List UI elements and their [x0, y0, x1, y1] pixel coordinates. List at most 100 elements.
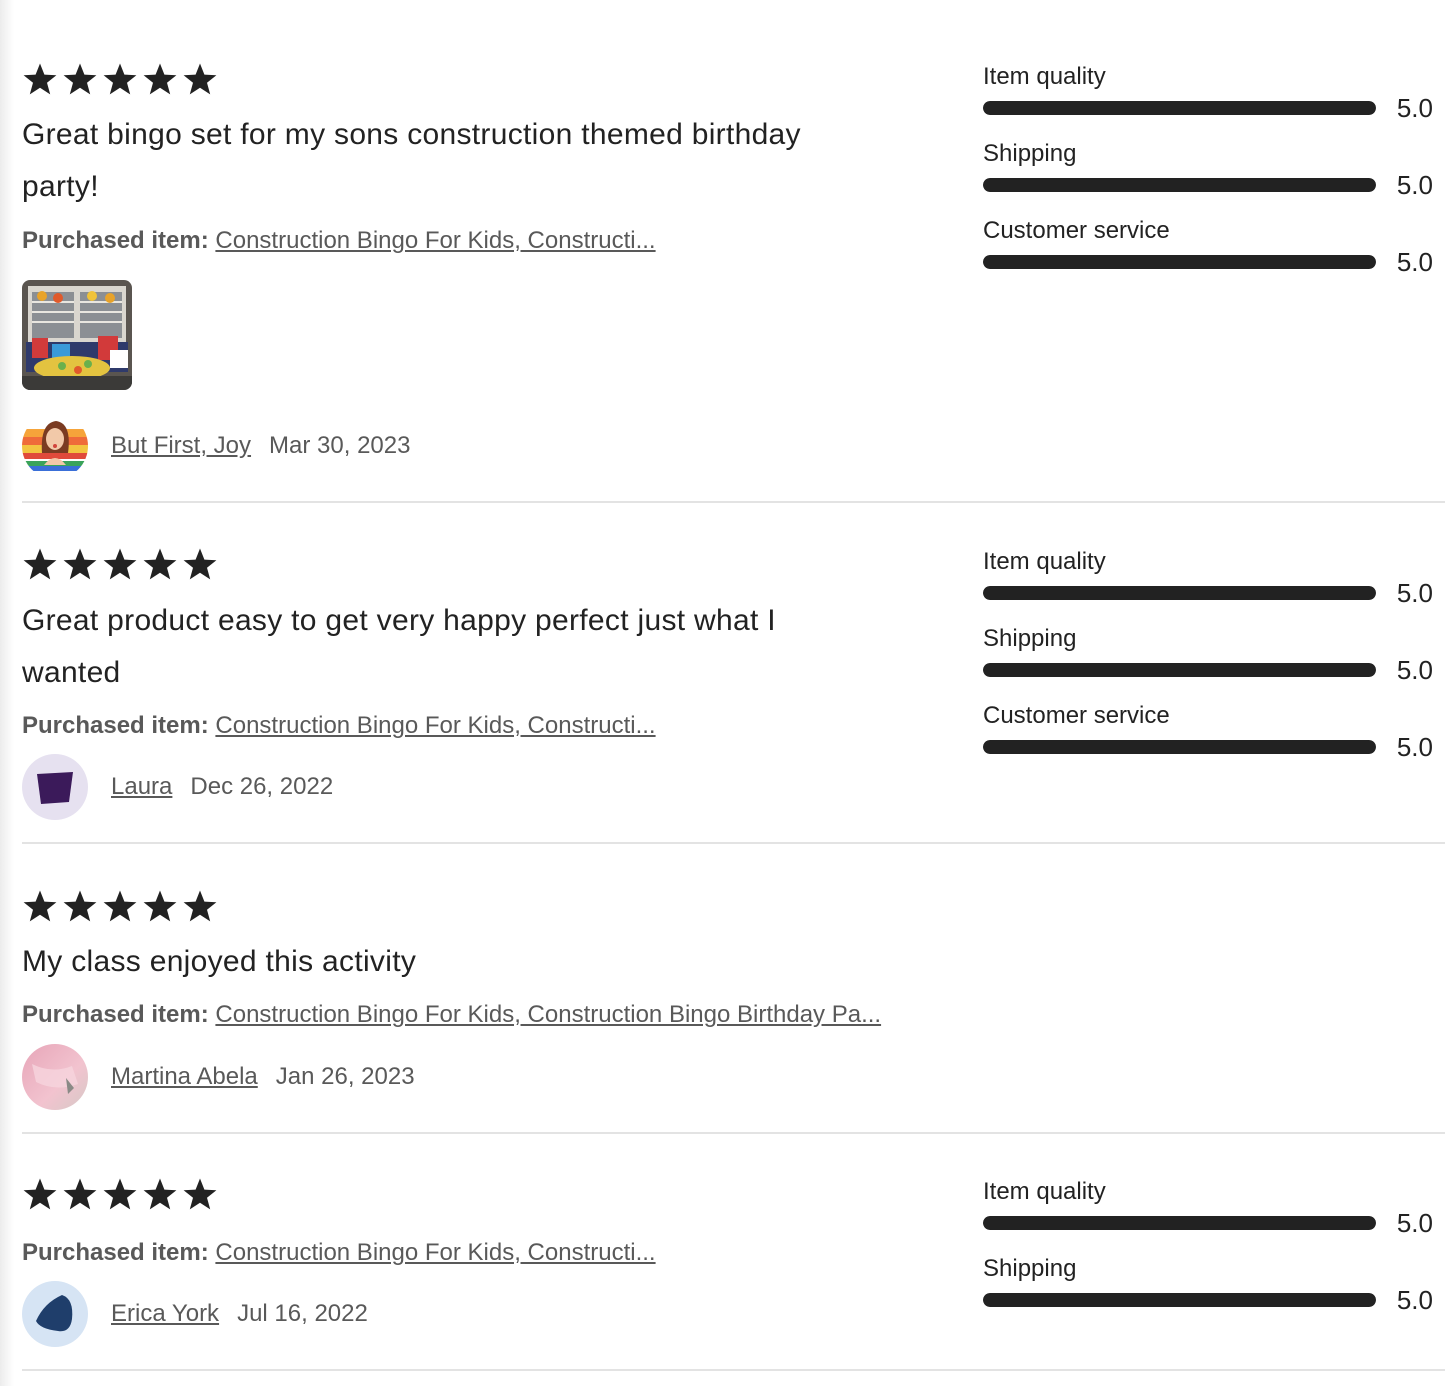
rating-bar-fill [983, 663, 1376, 677]
rating-bar [983, 1293, 1376, 1307]
rating-row: Item quality 5.0 [983, 547, 1445, 624]
rating-row: Shipping 5.0 [983, 139, 1445, 216]
star-icon [103, 1178, 137, 1210]
reviewer-name-link[interactable]: Laura [111, 773, 172, 801]
rating-label: Customer service [983, 217, 1170, 244]
reviewer-info: Erica York Jul 16, 2022 [22, 1280, 368, 1348]
rating-value: 5.0 [1396, 1285, 1433, 1315]
rating-breakdown: Item quality 5.0 Shipping 5.0 [983, 1177, 1445, 1331]
star-icon [63, 548, 97, 580]
rating-label: Shipping [983, 140, 1077, 167]
star-rating [22, 1177, 218, 1213]
star-rating [22, 889, 218, 925]
purchased-item: Purchased item: Construction Bingo For K… [22, 1238, 656, 1268]
rating-row: Shipping 5.0 [983, 624, 1445, 701]
rating-bar-fill [983, 101, 1376, 115]
review-text: My class enjoyed this activity [22, 945, 417, 978]
review-date: Dec 26, 2022 [190, 773, 334, 800]
star-icon [63, 890, 97, 922]
avatar[interactable] [22, 1281, 88, 1347]
rating-label: Shipping [983, 1255, 1077, 1282]
star-icon [143, 1178, 177, 1210]
rating-row: Customer service 5.0 [983, 216, 1445, 293]
rating-row: Shipping 5.0 [983, 1254, 1445, 1331]
avatar[interactable] [22, 413, 88, 479]
rating-value: 5.0 [1396, 732, 1433, 762]
rating-value: 5.0 [1396, 93, 1433, 123]
review-photo[interactable] [22, 280, 132, 390]
purchased-item-label: Purchased item: [22, 1239, 209, 1266]
rating-row: Customer service 5.0 [983, 701, 1445, 778]
reviewer-info: Laura Dec 26, 2022 [22, 753, 333, 821]
reviewer-name-link[interactable]: Erica York [111, 1300, 219, 1328]
purchased-item: Purchased item: Construction Bingo For K… [22, 226, 656, 256]
rating-bar-fill [983, 1293, 1376, 1307]
rating-bar [983, 740, 1376, 754]
star-icon [23, 1178, 57, 1210]
rating-bar-fill [983, 740, 1376, 754]
review-date: Jul 16, 2022 [237, 1300, 368, 1327]
review-text: Great bingo set for my sons construction… [22, 118, 801, 203]
avatar[interactable] [22, 1044, 88, 1110]
review-date: Mar 30, 2023 [269, 432, 411, 459]
star-icon [63, 63, 97, 95]
rating-bar-fill [983, 255, 1376, 269]
star-rating [22, 547, 218, 583]
rating-bar [983, 663, 1376, 677]
rating-label: Customer service [983, 702, 1170, 729]
star-icon [183, 63, 217, 95]
rating-bar [983, 586, 1376, 600]
rating-label: Item quality [983, 548, 1106, 575]
rating-value: 5.0 [1396, 655, 1433, 685]
star-icon [103, 548, 137, 580]
rating-value: 5.0 [1396, 1208, 1433, 1238]
star-icon [143, 548, 177, 580]
page-edge-shadow [0, 0, 14, 1386]
purchased-item-label: Purchased item: [22, 712, 209, 739]
purchased-item-link[interactable]: Construction Bingo For Kids, Constructio… [215, 1001, 881, 1028]
star-icon [23, 890, 57, 922]
star-icon [23, 548, 57, 580]
star-icon [143, 890, 177, 922]
rating-row: Item quality 5.0 [983, 1177, 1445, 1254]
purchased-item-link[interactable]: Construction Bingo For Kids, Constructi.… [215, 227, 655, 254]
star-icon [183, 890, 217, 922]
reviewer-info: Martina Abela Jan 26, 2023 [22, 1043, 415, 1111]
rating-value: 5.0 [1396, 578, 1433, 608]
rating-bar-fill [983, 1216, 1376, 1230]
rating-label: Item quality [983, 1178, 1106, 1205]
rating-bar [983, 178, 1376, 192]
review-date: Jan 26, 2023 [275, 1063, 415, 1090]
rating-bar-fill [983, 178, 1376, 192]
purchased-item-label: Purchased item: [22, 1001, 209, 1028]
avatar[interactable] [22, 754, 88, 820]
rating-value: 5.0 [1396, 247, 1433, 277]
purchased-item: Purchased item: Construction Bingo For K… [22, 711, 656, 741]
star-icon [103, 890, 137, 922]
star-icon [183, 548, 217, 580]
rating-breakdown: Item quality 5.0 Shipping 5.0 Customer s… [983, 547, 1445, 778]
rating-label: Shipping [983, 625, 1077, 652]
purchased-item-link[interactable]: Construction Bingo For Kids, Constructi.… [215, 1239, 655, 1266]
star-icon [143, 63, 177, 95]
star-icon [183, 1178, 217, 1210]
review-card: My class enjoyed this activity Purchased… [22, 842, 1445, 1134]
star-icon [23, 63, 57, 95]
star-rating [22, 62, 218, 98]
rating-value: 5.0 [1396, 170, 1433, 200]
rating-bar [983, 101, 1376, 115]
review-card: Great bingo set for my sons construction… [22, 0, 1445, 503]
reviewer-name-link[interactable]: But First, Joy [111, 432, 251, 460]
review-text: Great product easy to get very happy per… [22, 604, 776, 689]
star-icon [63, 1178, 97, 1210]
rating-bar [983, 1216, 1376, 1230]
rating-bar [983, 255, 1376, 269]
reviewer-info: But First, Joy Mar 30, 2023 [22, 412, 410, 480]
review-card: Purchased item: Construction Bingo For K… [22, 1132, 1445, 1371]
purchased-item-label: Purchased item: [22, 227, 209, 254]
rating-row: Item quality 5.0 [983, 62, 1445, 139]
reviewer-name-link[interactable]: Martina Abela [111, 1063, 258, 1091]
rating-label: Item quality [983, 63, 1106, 90]
star-icon [103, 63, 137, 95]
purchased-item-link[interactable]: Construction Bingo For Kids, Constructi.… [215, 712, 655, 739]
